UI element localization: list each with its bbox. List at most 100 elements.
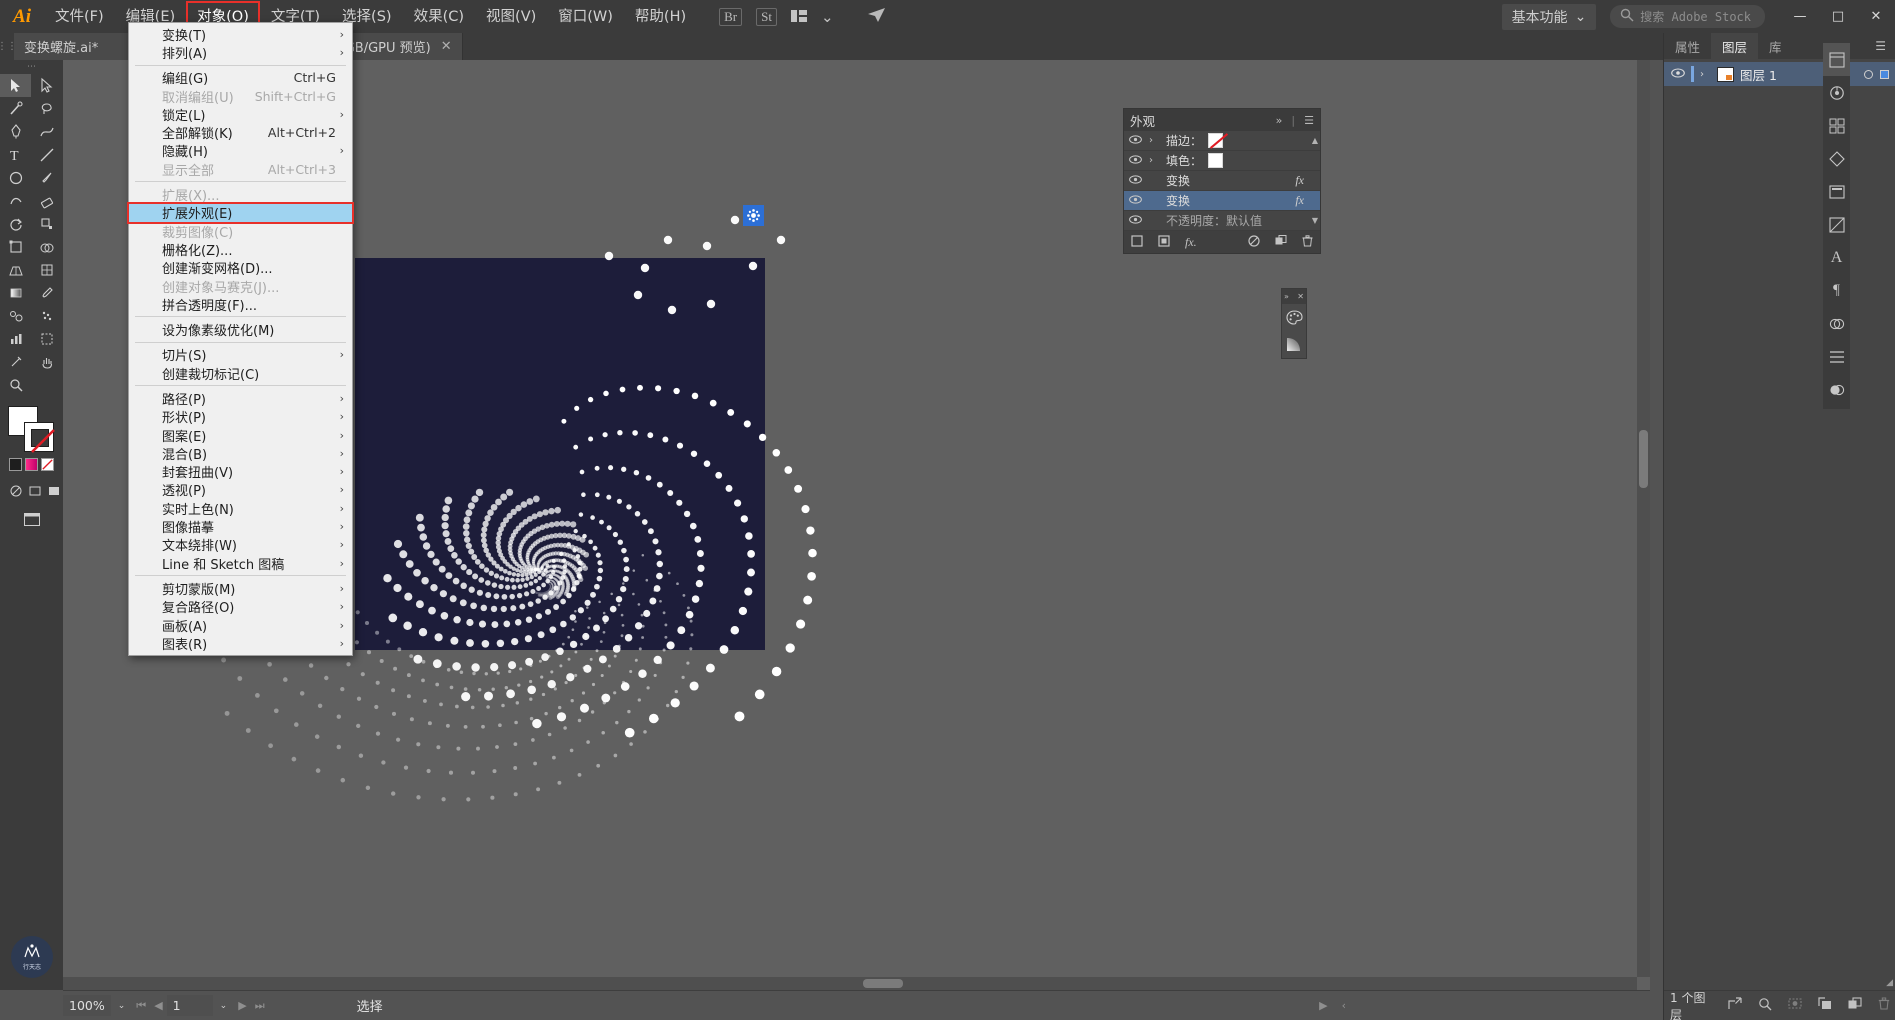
add-new-stroke-icon[interactable] (1131, 234, 1143, 250)
right-panel[interactable]: 属性 图层 库 ☰ › 图层 1 1 个图层 ◢ (1663, 33, 1895, 1020)
object-menu-item[interactable]: 图像描摹 › (129, 517, 352, 536)
selection-tool[interactable] (0, 74, 31, 97)
object-menu-item[interactable]: 锁定(L) › (129, 105, 352, 124)
object-menu-item[interactable]: 形状(P) › (129, 408, 352, 426)
properties-icon[interactable] (1823, 43, 1850, 76)
close-button[interactable]: ✕ (1857, 0, 1895, 33)
object-menu-item[interactable]: 全部解锁(K) Alt+Ctrl+2 (129, 123, 352, 142)
artboard-number-input[interactable]: 1 (166, 995, 213, 1016)
object-menu-item[interactable]: 变换(T) › (129, 25, 352, 44)
eyedropper-tool[interactable] (31, 281, 62, 304)
appearance-row[interactable]: 不透明度：默认值 ▼ (1124, 211, 1320, 231)
chevron-right-icon[interactable]: › (1700, 69, 1711, 80)
normal-screen-mode-icon[interactable] (6, 479, 25, 502)
perspective-grid-tool[interactable] (0, 258, 31, 281)
right-panel-tabs[interactable]: 属性 图层 库 ☰ (1664, 33, 1895, 59)
layer-target-icon[interactable] (1864, 69, 1873, 79)
pen-tool[interactable] (0, 120, 31, 143)
mini-floating-panel[interactable]: » ✕ (1281, 288, 1307, 359)
gradient-icon[interactable] (1282, 331, 1306, 358)
align-icon[interactable] (1823, 340, 1850, 373)
eye-icon[interactable] (1128, 194, 1143, 207)
delete-item-icon[interactable] (1302, 234, 1313, 250)
object-menu-item[interactable]: 实时上色(N) › (129, 499, 352, 518)
type-tool[interactable]: T (0, 143, 31, 166)
brushes-icon[interactable] (1823, 109, 1850, 142)
object-menu-item[interactable]: 文本绕排(W) › (129, 536, 352, 554)
object-menu-item[interactable]: 透视(P) › (129, 481, 352, 499)
eye-icon[interactable] (1128, 174, 1143, 187)
menu-item-effect[interactable]: 效果(C) (405, 3, 473, 31)
first-artboard-button[interactable]: ⏮ (132, 999, 150, 1013)
next-artboard-button[interactable]: ▶ (234, 999, 250, 1012)
artboard[interactable] (355, 258, 765, 650)
panel-resize-grip[interactable]: ◢ (1886, 978, 1893, 988)
scale-tool[interactable] (31, 212, 62, 235)
menu-item-window[interactable]: 窗口(W) (549, 3, 622, 31)
object-menu-item[interactable]: 拼合透明度(F)... (129, 295, 352, 314)
close-icon[interactable]: ✕ (441, 39, 452, 54)
make-clipping-mask-icon[interactable] (1788, 997, 1802, 1014)
close-icon[interactable]: ✕ (1297, 292, 1304, 301)
menu-item-view[interactable]: 视图(V) (477, 3, 545, 31)
eye-icon[interactable] (1128, 134, 1143, 147)
minimize-button[interactable]: — (1781, 0, 1819, 33)
search-input[interactable]: 搜索 Adobe Stock (1610, 5, 1765, 28)
chevron-right-icon[interactable]: › (1149, 155, 1160, 166)
appearance-panel[interactable]: 外观 » | ☰ › 描边： ▲ › 填色： 变换 fx 变换 fx 不透明度：默认值 ▼ fx. (1123, 108, 1321, 254)
object-menu-item[interactable]: 路径(P) › (129, 389, 352, 408)
collapse-panel-icon[interactable]: » (1276, 114, 1283, 127)
object-menu-item[interactable]: 设为像素级优化(M) (129, 320, 352, 339)
collapse-panel-icon[interactable]: » (1284, 292, 1289, 301)
object-menu-item[interactable]: 扩展外观(E) (127, 201, 354, 225)
zoom-tool[interactable] (0, 373, 31, 396)
scroll-down-icon[interactable]: ▼ (1312, 216, 1318, 225)
gradient-tool[interactable] (0, 281, 31, 304)
full-screen-mode-icon[interactable] (25, 479, 44, 502)
scrollbar-thumb[interactable] (863, 979, 903, 988)
libraries-icon[interactable] (1823, 76, 1850, 109)
tab-libraries[interactable]: 库 (1758, 33, 1793, 59)
scroll-up-icon[interactable]: ▲ (1312, 136, 1318, 145)
shape-builder-tool[interactable] (31, 235, 62, 258)
free-transform-tool[interactable] (0, 235, 31, 258)
clear-appearance-icon[interactable] (1248, 234, 1260, 250)
direct-selection-tool[interactable] (31, 74, 62, 97)
layer-name[interactable]: 图层 1 (1740, 65, 1777, 84)
create-new-sublayer-icon[interactable] (1818, 997, 1832, 1014)
chevron-right-icon[interactable]: › (1149, 135, 1160, 146)
hand-tool[interactable] (31, 350, 62, 373)
object-menu-item[interactable]: 混合(B) › (129, 444, 352, 463)
status-play-icon[interactable]: ▶ (1315, 999, 1331, 1012)
object-menu-item[interactable]: 图案(E) › (129, 426, 352, 445)
previous-artboard-button[interactable]: ◀ (150, 999, 166, 1012)
effect-options-icon[interactable]: fx (1295, 193, 1316, 208)
color-mode-gradient-icon[interactable] (25, 458, 38, 471)
lasso-tool[interactable] (31, 97, 62, 120)
color-guide-icon[interactable] (1823, 208, 1850, 241)
symbols-icon[interactable] (1823, 142, 1850, 175)
fill-stroke-swatches[interactable] (8, 406, 55, 453)
canvas-horizontal-scrollbar[interactable] (63, 977, 1637, 990)
status-chevron-icon[interactable]: ‹ (1338, 999, 1350, 1012)
character-icon[interactable]: A (1823, 241, 1850, 274)
pathfinder-icon[interactable] (1823, 307, 1850, 340)
slice-tool[interactable] (0, 350, 31, 373)
transform-widget-icon[interactable] (743, 205, 764, 226)
bridge-icon[interactable]: Br (719, 7, 743, 26)
artboard-dropdown-icon[interactable]: ⌄ (213, 1001, 235, 1011)
layer-row[interactable]: › 图层 1 (1664, 62, 1895, 86)
object-menu-item[interactable]: 创建渐变网格(D)... (129, 259, 352, 277)
paragraph-icon[interactable]: ¶ (1823, 274, 1850, 307)
palette-icon[interactable] (1282, 304, 1306, 331)
duplicate-item-icon[interactable] (1275, 234, 1287, 250)
stock-icon[interactable]: St (756, 7, 777, 26)
object-menu-item[interactable]: 创建裁切标记(C) (129, 364, 352, 383)
menu-item-file[interactable]: 文件(F) (46, 3, 113, 31)
zoom-dropdown-icon[interactable]: ⌄ (111, 1001, 133, 1011)
color-mode-none-icon[interactable] (41, 458, 54, 471)
blend-tool[interactable] (0, 304, 31, 327)
send-icon[interactable] (867, 7, 885, 26)
symbol-sprayer-tool[interactable] (31, 304, 62, 327)
object-menu-item[interactable]: 剪切蒙版(M) › (129, 579, 352, 598)
